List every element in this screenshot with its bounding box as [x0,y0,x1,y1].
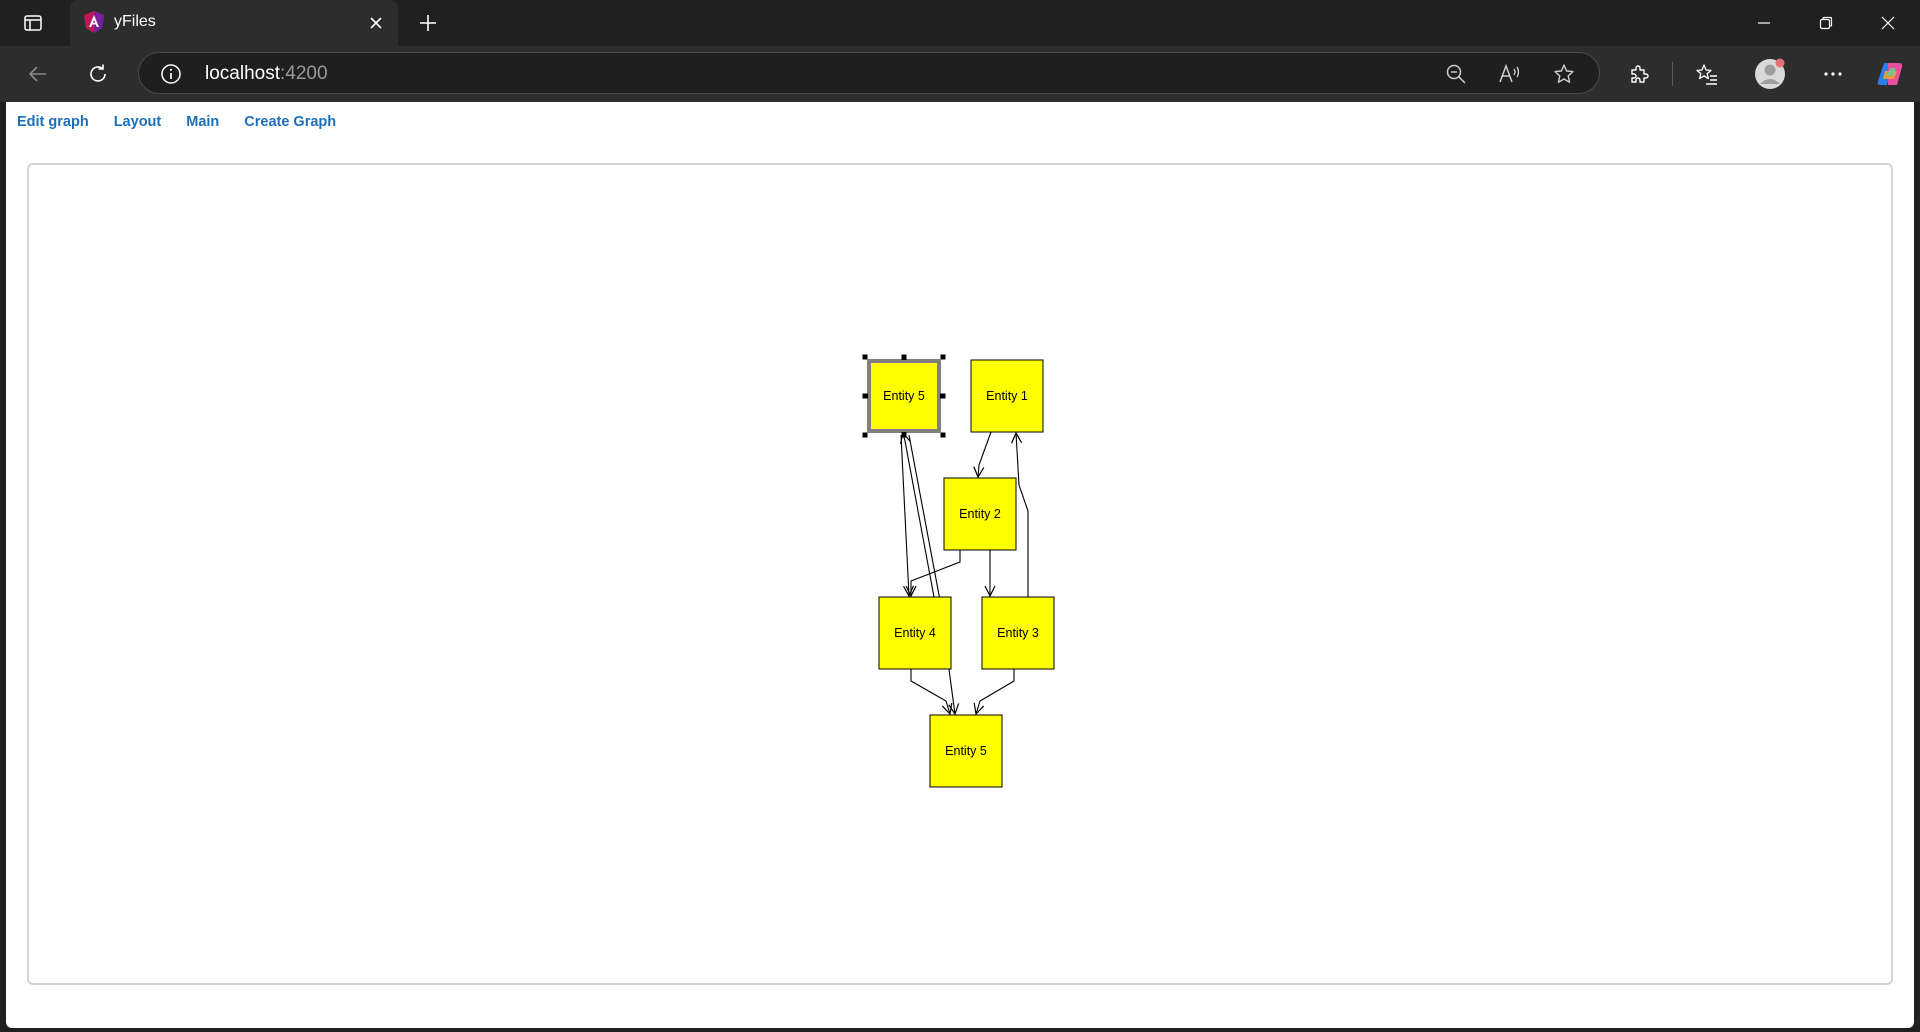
address-bar[interactable]: localhost:4200 [138,52,1600,94]
graph-edge[interactable] [908,434,955,714]
zoom-out-icon[interactable] [1443,61,1469,87]
nav-link-edit-graph[interactable]: Edit graph [17,114,89,134]
copilot-button[interactable] [1872,56,1908,92]
graph-edge[interactable] [1016,433,1029,597]
plus-icon [420,15,436,31]
top-nav: Edit graph Layout Main Create Graph [17,114,361,134]
new-tab-button[interactable] [412,9,444,37]
graph-edge[interactable] [910,669,950,714]
extensions-button[interactable] [1621,56,1657,92]
graph-edge[interactable] [911,550,961,596]
read-aloud-icon[interactable] [1497,61,1523,87]
favorites-list-icon [1696,64,1717,85]
profile-button[interactable] [1752,56,1788,92]
toolbar-divider [1672,62,1673,86]
minimize-button[interactable] [1733,0,1795,46]
graph-edge[interactable] [976,669,1015,714]
resize-handle[interactable] [862,354,868,360]
restore-icon [1819,16,1833,30]
graph-node[interactable]: Entity 2 [943,477,1017,551]
graph-canvas[interactable]: Entity 5 Entity 1 Entity 2 Entity 4 Entity 3… [29,165,1891,983]
favorites-button[interactable] [1689,56,1725,92]
copilot-icon [1877,63,1903,85]
tab-strip: yFiles [0,0,1920,46]
node-label: Entity 5 [883,389,925,403]
tab-actions-button[interactable] [14,10,52,36]
minimize-icon [1758,22,1770,24]
node-label: Entity 1 [986,389,1028,403]
resize-handle[interactable] [901,354,907,360]
node-label: Entity 4 [894,626,936,640]
edge-layer [900,431,1029,714]
resize-handle[interactable] [940,432,946,438]
url-text: localhost:4200 [205,63,328,85]
puzzle-icon [1631,65,1649,83]
graph-component[interactable]: Entity 5 Entity 1 Entity 2 Entity 4 Entity 3… [27,163,1893,985]
more-options-button[interactable] [1815,56,1851,92]
graph-node[interactable]: Entity 1 [970,359,1044,433]
resize-handle[interactable] [901,432,907,438]
web-page: Edit graph Layout Main Create Graph Enti… [6,102,1914,1028]
resize-handle[interactable] [940,393,946,399]
graph-node[interactable]: Entity 4 [878,596,952,670]
browser-tab[interactable]: yFiles [70,0,398,46]
arrow-left-icon [28,66,46,82]
back-button[interactable] [20,56,56,92]
tab-close-button[interactable] [364,11,388,35]
nav-link-main[interactable]: Main [186,114,219,134]
node-label: Entity 3 [997,626,1039,640]
more-dots-icon [1824,72,1842,76]
resize-handle[interactable] [862,393,868,399]
resize-handle[interactable] [940,354,946,360]
resize-handle[interactable] [862,432,868,438]
site-info-icon[interactable] [159,62,183,86]
avatar-icon [1755,58,1785,89]
restore-button[interactable] [1795,0,1857,46]
nav-link-create-graph[interactable]: Create Graph [244,114,336,134]
graph-node[interactable]: Entity 5 [867,359,941,433]
tab-actions-icon [24,15,42,31]
graph-node[interactable]: Entity 3 [981,596,1055,670]
nav-link-layout[interactable]: Layout [114,114,162,134]
node-label: Entity 5 [945,744,987,758]
favorite-star-icon[interactable] [1551,61,1577,87]
graph-edge[interactable] [978,431,992,477]
close-icon [370,17,382,29]
graph-node[interactable]: Entity 5 [929,714,1003,788]
url-port: :4200 [280,63,328,84]
reload-button[interactable] [80,56,116,92]
node-label: Entity 2 [959,507,1001,521]
tab-title: yFiles [114,13,156,30]
browser-toolbar: localhost:4200 [0,46,1920,102]
url-host: localhost [205,63,280,84]
window-close-button[interactable] [1857,0,1919,46]
reload-icon [90,64,106,82]
node-layer: Entity 5 Entity 1 Entity 2 Entity 4 Entity 3… [867,359,1055,788]
angular-favicon-icon [84,11,104,33]
graph-edge[interactable] [900,434,909,596]
close-icon [1881,16,1895,30]
